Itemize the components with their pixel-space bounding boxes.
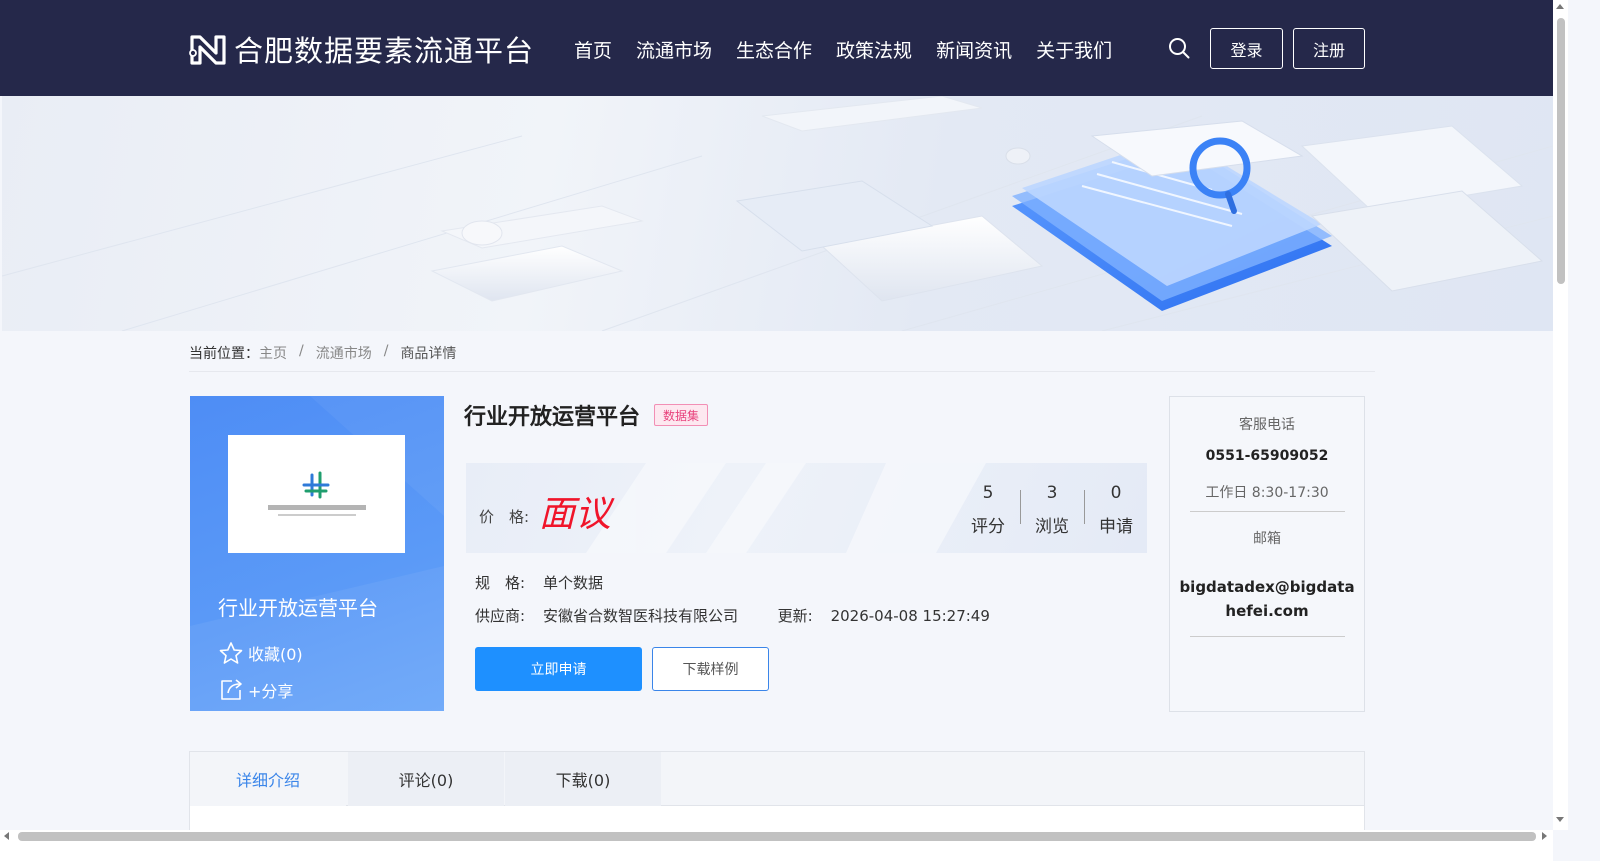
phone-label: 客服电话 [1239,417,1295,433]
scroll-right-arrow-icon[interactable] [1542,832,1547,840]
supplier-row: 供应商: 安徽省合数智医科技有限公司 更新: 2026-04-08 15:27:49 [475,605,990,626]
nav-policy[interactable]: 政策法规 [836,36,912,63]
type-badge: 数据集 [654,404,709,426]
contact-divider [1190,511,1345,512]
download-sample-button[interactable]: 下载样例 [652,647,769,691]
breadcrumb-prefix: 当前位置： [189,346,259,362]
supplier-label: 供应商: [475,607,526,625]
price-label: 价 格: [479,508,530,526]
stat-applications: 0 申请 [1084,483,1147,537]
divider [189,371,1375,372]
logo-text: 合肥数据要素流通平台 [234,34,535,68]
contact-card: 客服电话 0551-65909052 工作日 8:30-17:30 邮箱 big… [1169,396,1365,712]
scroll-left-arrow-icon[interactable] [4,832,9,840]
email-line-1: bigdatadex@bigdata [1179,578,1355,596]
vertical-scroll-thumb[interactable] [1557,18,1565,284]
product-title: 行业开放运营平台 [464,405,641,430]
stat-value: 0 [1110,483,1122,503]
nav-ecosystem[interactable]: 生态合作 [736,36,812,63]
supplier-logo [268,471,366,516]
email-label: 邮箱 [1253,531,1281,547]
main-nav: 首页 流通市场 生态合作 政策法规 新闻资讯 关于我们 [574,36,1136,63]
logo-icon [189,35,226,65]
tab-comments[interactable]: 评论(0) [348,752,504,806]
share-icon [221,679,242,700]
supplier-value: 安徽省合数智医科技有限公司 [543,607,739,625]
stat-rating: 5 评分 [956,483,1020,537]
vertical-scrollbar[interactable] [1553,0,1568,830]
breadcrumb-current: 商品详情 [400,346,457,362]
email-line-2: hefei.com [1225,602,1309,620]
stat-label: 申请 [1099,517,1133,537]
breadcrumb: 当前位置： 主页 / 流通市场 / 商品详情 [189,343,456,363]
banner-illustration [2,96,1553,331]
product-card: 行业开放运营平台 收藏(0) +分享 [190,396,444,711]
price-value: 面议 [539,494,612,535]
nav-market[interactable]: 流通市场 [636,36,712,63]
contact-divider [1190,636,1345,637]
stat-label: 浏览 [1035,517,1069,537]
favorite-button[interactable]: 收藏(0) [218,641,303,665]
spec-label: 规 格: [475,574,526,592]
working-hours: 工作日 8:30-17:30 [1205,485,1329,501]
apply-button[interactable]: 立即申请 [475,647,642,691]
scroll-up-arrow-icon[interactable] [1556,4,1564,9]
updated-label: 更新: [777,607,813,625]
breadcrumb-home[interactable]: 主页 [259,343,287,363]
tab-details[interactable]: 详细介绍 [190,752,346,806]
spec-row: 规 格: 单个数据 [475,572,603,593]
scroll-down-arrow-icon[interactable] [1556,817,1564,822]
breadcrumb-separator: / [383,343,389,359]
login-button[interactable]: 登录 [1210,28,1283,69]
breadcrumb-market[interactable]: 流通市场 [316,343,372,363]
star-icon [219,642,243,664]
horizontal-scroll-thumb[interactable] [18,832,1536,841]
search-icon[interactable] [1168,37,1190,59]
breadcrumb-separator: / [299,343,304,359]
stat-label: 评分 [971,517,1005,537]
stat-value: 3 [1046,483,1058,503]
spec-value: 单个数据 [543,574,604,592]
top-header: 合肥数据要素流通平台 首页 流通市场 生态合作 政策法规 新闻资讯 关于我们 登… [0,0,1553,96]
product-image [228,435,405,553]
share-label: +分享 [248,682,294,701]
register-button[interactable]: 注册 [1293,28,1365,69]
updated-value: 2026-04-08 15:27:49 [830,607,990,625]
horizontal-scrollbar[interactable] [0,830,1553,861]
favorite-label: 收藏(0) [248,645,303,664]
nav-home[interactable]: 首页 [574,36,612,63]
share-button[interactable]: +分享 [218,678,293,702]
stat-views: 3 浏览 [1020,483,1084,537]
nav-about[interactable]: 关于我们 [1036,36,1112,63]
price-panel: 价 格: 面议 5 评分 3 浏览 0 申请 [466,463,1147,553]
site-logo[interactable]: 合肥数据要素流通平台 [188,28,534,70]
stat-value: 5 [982,483,994,503]
card-title: 行业开放运营平台 [218,596,378,620]
tab-bar: 详细介绍 评论(0) 下载(0) [190,752,1364,806]
tab-downloads[interactable]: 下载(0) [505,752,661,806]
hero-banner [2,96,1553,331]
phone-number: 0551-65909052 [1205,448,1329,464]
nav-news[interactable]: 新闻资讯 [936,36,1012,63]
